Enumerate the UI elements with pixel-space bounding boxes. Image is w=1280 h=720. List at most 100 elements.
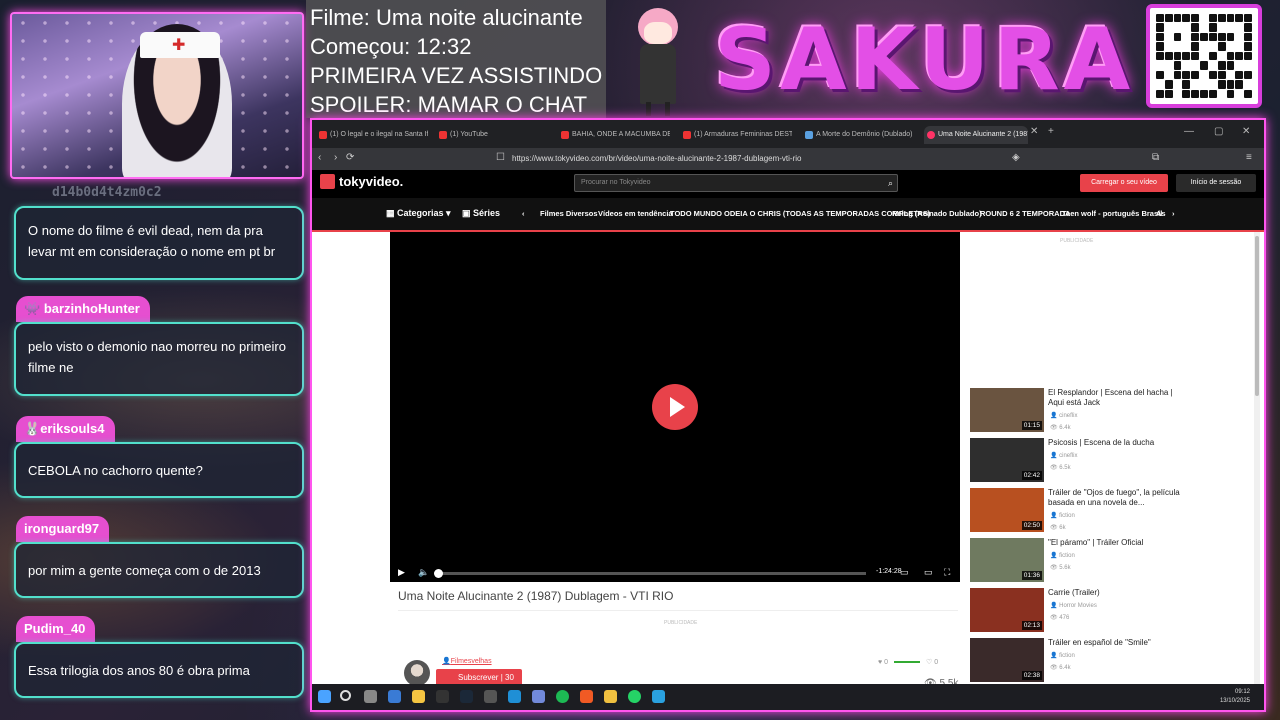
ad-label: PUBLICIDADE — [1060, 238, 1094, 244]
series-link[interactable]: ▣ Séries — [462, 208, 500, 219]
video-thumbnail[interactable]: 02:38 — [970, 638, 1044, 682]
dislike-icon[interactable]: ♡ — [926, 659, 932, 666]
categories-menu[interactable]: ▦ Categorias ▾ — [386, 208, 451, 219]
back-icon[interactable]: ‹ — [318, 152, 321, 163]
video-thumbnail[interactable]: 01:15 — [970, 388, 1044, 432]
user-icon: 👤 — [1050, 513, 1060, 519]
channel-name[interactable]: 👤Filmesvelhas — [442, 657, 492, 665]
close-window-icon[interactable]: ✕ — [1242, 126, 1250, 137]
related-channel[interactable]: 👤 Horror Movies — [1050, 602, 1097, 609]
search-icon[interactable] — [340, 690, 351, 701]
related-title[interactable]: Carrie (Trailer) — [1048, 588, 1184, 598]
related-channel[interactable]: 👤 fiction — [1050, 552, 1075, 559]
chat-message: CEBOLA no cachorro quente? — [14, 442, 304, 498]
windows-start-icon[interactable] — [318, 690, 331, 703]
fullscreen-icon[interactable]: ⛶ — [944, 567, 950, 578]
progress-bar[interactable] — [436, 572, 866, 575]
browser-tab-active[interactable]: Uma Noite Alucinante 2 (1987) Du — [924, 126, 1028, 144]
video-thumbnail[interactable]: 02:42 — [970, 438, 1044, 482]
brave-icon[interactable] — [580, 690, 593, 703]
related-video-item[interactable]: 02:38 Tráiler en español de "Smile" 👤 fict… — [970, 638, 1250, 686]
browser-tab[interactable]: A Morte do Demônio (Dublado) - 20 — [802, 126, 914, 144]
progress-knob[interactable] — [434, 569, 443, 578]
related-title[interactable]: "El páramo" | Tráiler Oficial — [1048, 538, 1184, 548]
related-channel[interactable]: 👤 fiction — [1050, 512, 1075, 519]
video-thumbnail[interactable]: 02:13 — [970, 588, 1044, 632]
menu-icon[interactable]: ≡ — [1246, 152, 1252, 163]
new-tab-icon[interactable]: + — [1048, 126, 1054, 137]
video-duration: 01:36 — [1021, 571, 1042, 580]
like-icon[interactable]: ♥ — [878, 659, 882, 666]
volume-icon[interactable]: 🔈 — [418, 567, 429, 578]
telegram-icon[interactable] — [652, 690, 665, 703]
related-channel[interactable]: 👤 cineflix — [1050, 412, 1077, 419]
related-title[interactable]: Tráiler de "Ojos de fuego", la película … — [1048, 488, 1184, 508]
steam-icon[interactable] — [460, 690, 473, 703]
store-icon[interactable] — [412, 690, 425, 703]
reload-icon[interactable]: ⟳ — [346, 152, 354, 163]
related-channel[interactable]: 👤 fiction — [1050, 652, 1075, 659]
epic-games-icon[interactable] — [436, 690, 449, 703]
related-title[interactable]: El Resplandor | Escena del hacha | Aqui … — [1048, 388, 1184, 408]
spotify-icon[interactable] — [556, 690, 569, 703]
forward-icon[interactable]: › — [334, 152, 337, 163]
bookmark-icon[interactable]: ☐ — [496, 152, 505, 163]
browser-tab[interactable]: (1) Armaduras Femininas DESTRUÍ — [680, 126, 792, 144]
nav-link[interactable]: ROUND 6 2 TEMPORADA — [980, 209, 1070, 218]
obs-icon[interactable] — [484, 690, 497, 703]
copilot-icon[interactable] — [388, 690, 401, 703]
site-header: tokyvideo. Procurar no Tokyvideo ⌕ Carreg… — [312, 170, 1264, 198]
extensions-icon[interactable]: ⧉ — [1152, 152, 1159, 163]
related-title[interactable]: Tráiler en español de "Smile" — [1048, 638, 1184, 648]
user-icon: 👤 — [442, 658, 451, 665]
channel-avatar[interactable] — [404, 660, 430, 686]
theater-icon[interactable]: ▭ — [924, 567, 933, 578]
related-video-item[interactable]: 02:50 Tráiler de "Ojos de fuego", la pelí… — [970, 488, 1250, 536]
address-bar: ‹ › ⟳ ☐ https://www.tokyvideo.com/br/vid… — [312, 148, 1264, 170]
related-video-item[interactable]: 02:13 Carrie (Trailer) 👤 Horror Movies 👁 47… — [970, 588, 1250, 636]
related-video-item[interactable]: 01:36 "El páramo" | Tráiler Oficial 👤 fict… — [970, 538, 1250, 586]
play-icon[interactable]: ▶ — [398, 567, 405, 578]
login-button[interactable]: Início de sessão — [1176, 174, 1256, 192]
site-logo[interactable]: tokyvideo. — [320, 174, 403, 189]
eye-icon: 👁 — [1050, 425, 1060, 431]
search-icon[interactable]: ⌕ — [888, 175, 893, 191]
related-video-item[interactable]: 01:15 El Resplandor | Escena del hacha | … — [970, 388, 1250, 436]
related-title[interactable]: Psicosis | Escena de la ducha — [1048, 438, 1184, 448]
close-tab-icon[interactable]: ✕ — [1030, 126, 1038, 137]
file-explorer-icon[interactable] — [604, 690, 617, 703]
nav-link[interactable]: Teen wolf - português Brasil — [1062, 209, 1162, 218]
maximize-icon[interactable]: ▢ — [1214, 126, 1223, 137]
play-button[interactable] — [652, 384, 698, 430]
nav-link[interactable]: Filmes Diversos — [540, 209, 598, 218]
browser-tab[interactable]: (1) O legal e o ilegal na Santa Ifigênia — [316, 126, 428, 144]
category-bar: ▦ Categorias ▾ ▣ Séries ‹ Filmes Diverso… — [312, 198, 1264, 232]
related-channel[interactable]: 👤 cineflix — [1050, 452, 1077, 459]
search-input[interactable]: Procurar no Tokyvideo ⌕ — [574, 174, 898, 192]
scroll-right-icon[interactable]: › — [1172, 209, 1175, 218]
video-thumbnail[interactable]: 02:50 — [970, 488, 1044, 532]
like-ratio-bar — [894, 661, 921, 664]
scrollbar[interactable] — [1254, 232, 1260, 684]
chat-username: d14b0d4t4zm0c2 — [52, 185, 162, 200]
nav-link[interactable]: As — [1156, 209, 1166, 218]
chat-username: ironguard97 — [16, 516, 110, 542]
video-thumbnail[interactable]: 01:36 — [970, 538, 1044, 582]
whatsapp-icon[interactable] — [628, 690, 641, 703]
brave-shield-icon[interactable]: ◈ — [1012, 152, 1020, 163]
edge-icon[interactable] — [508, 690, 521, 703]
video-player[interactable]: ▶ 🔈 -1:24:28 ▭ ▭ ⛶ — [390, 232, 960, 582]
minimize-icon[interactable]: — — [1184, 126, 1194, 137]
taskbar: 09:12 13/10/2025 — [312, 684, 1264, 710]
upload-button[interactable]: Carregar o seu vídeo — [1080, 174, 1168, 192]
pip-icon[interactable]: ▭ — [900, 567, 909, 578]
related-video-item[interactable]: 02:42 Psicosis | Escena de la ducha 👤 cine… — [970, 438, 1250, 486]
browser-tab[interactable]: (1) YouTube — [436, 126, 548, 144]
url-field[interactable]: https://www.tokyvideo.com/br/video/uma-n… — [512, 151, 972, 167]
browser-tab[interactable]: BAHIA, ONDE A MACUMBA DEU — [558, 126, 670, 144]
discord-icon[interactable] — [532, 690, 545, 703]
task-view-icon[interactable] — [364, 690, 377, 703]
nav-link[interactable]: Reing (Reinado Dublado) — [892, 209, 982, 218]
scroll-left-icon[interactable]: ‹ — [522, 209, 525, 218]
nav-link[interactable]: Vídeos em tendência — [598, 209, 673, 218]
